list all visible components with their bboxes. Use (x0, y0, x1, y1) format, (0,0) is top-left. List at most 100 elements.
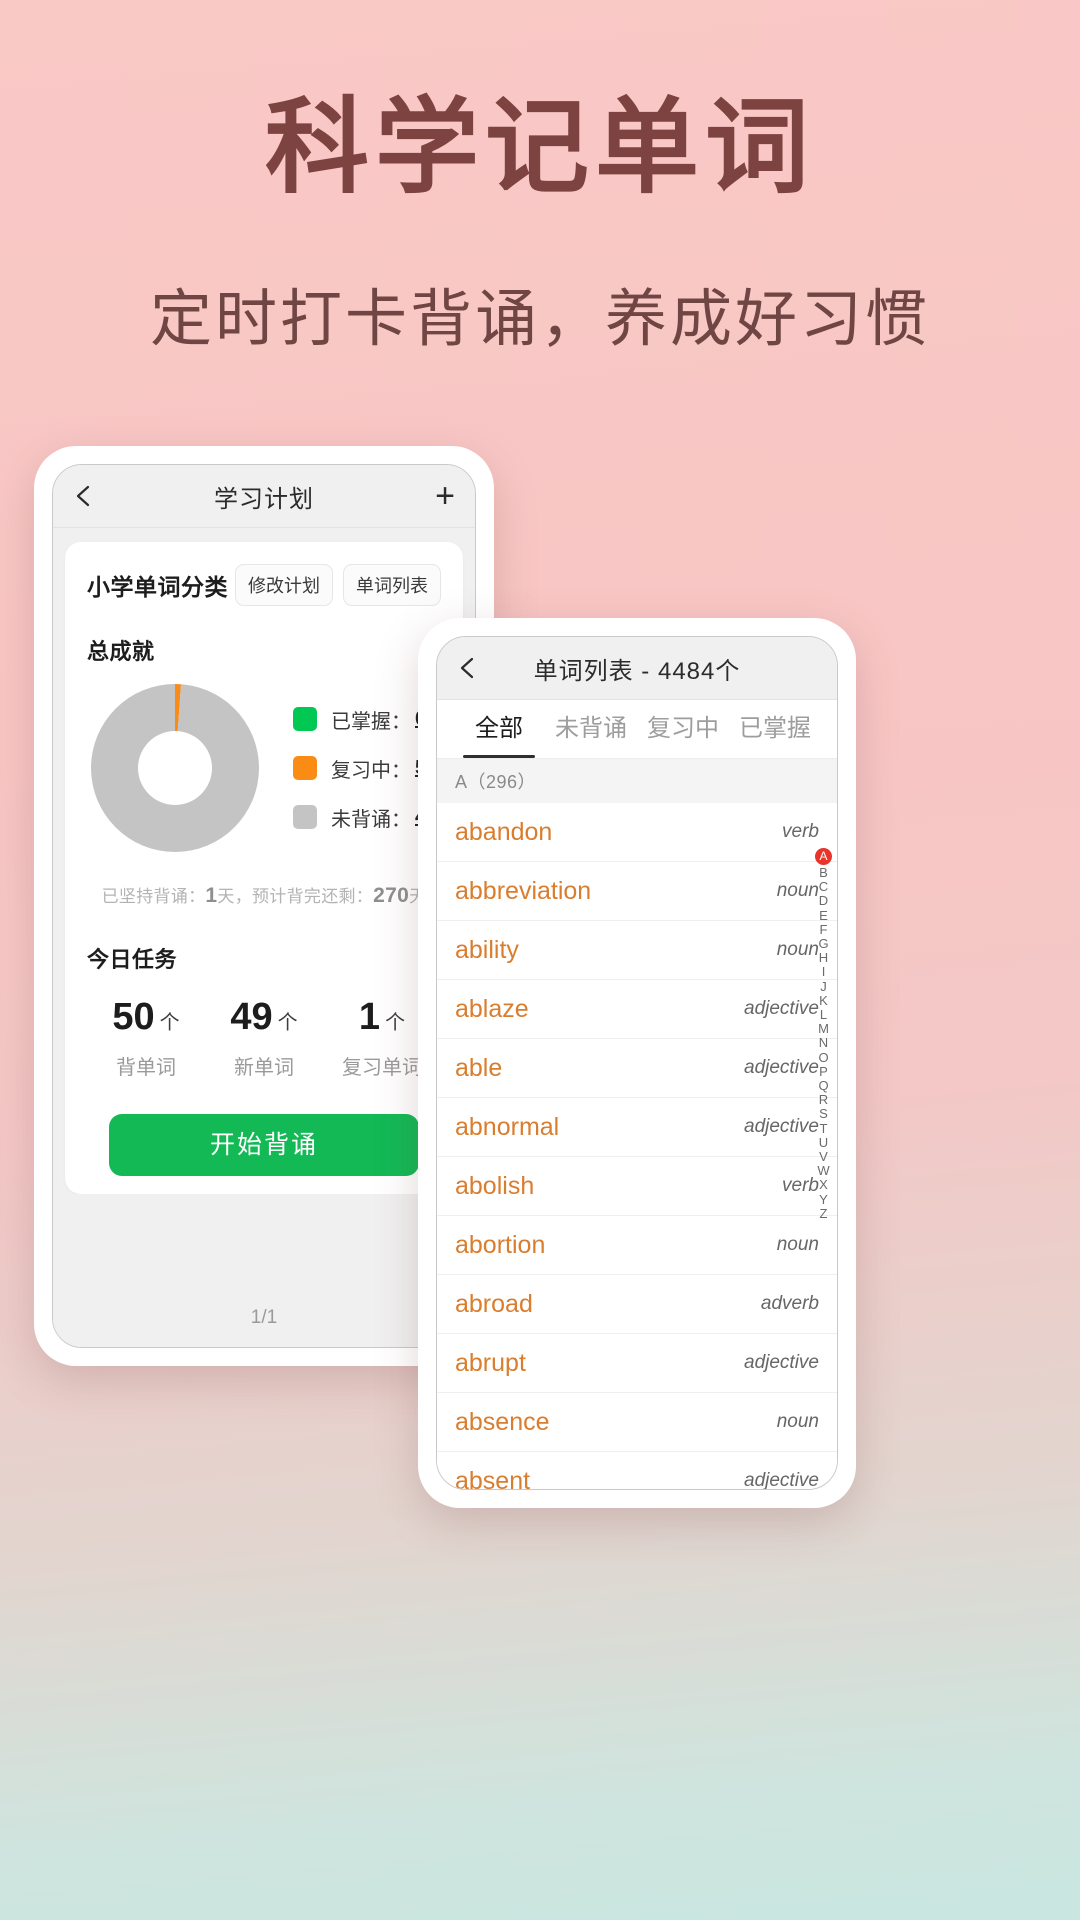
task-stat: 50 个 背单词 (87, 996, 205, 1080)
word-list-item[interactable]: abrupt adjective (437, 1334, 837, 1393)
alphabet-index-o[interactable]: O (816, 1050, 832, 1065)
alphabet-index-g[interactable]: G (816, 936, 832, 951)
word-list-item[interactable]: abbreviation noun (437, 862, 837, 921)
alphabet-index-a[interactable]: A (815, 848, 832, 865)
tab-reviewing[interactable]: 复习中 (637, 700, 729, 758)
phone1-title: 学习计划 (214, 485, 314, 513)
plan-card-actions: 修改计划 单词列表 (235, 564, 441, 606)
word-list-item[interactable]: abandon verb (437, 803, 837, 862)
task-number: 49 (230, 996, 273, 1038)
task-caption: 新单词 (234, 1057, 294, 1079)
edit-plan-button[interactable]: 修改计划 (235, 564, 333, 606)
word-list[interactable]: abandon verb abbreviation noun ability noun ab… (437, 803, 837, 1489)
alphabet-index-v[interactable]: V (816, 1149, 832, 1164)
legend-swatch-mastered (293, 707, 317, 731)
page-title: 科学记单词 (264, 91, 815, 206)
word-part-of-speech: noun (776, 1411, 819, 1432)
alphabet-index-w[interactable]: W (816, 1164, 832, 1178)
plan-card-header: 小学单词分类 修改计划 单词列表 (87, 564, 441, 606)
alphabet-index-c[interactable]: C (816, 880, 832, 894)
alphabet-index[interactable]: ABCDEFGHIJKLMNOPQRSTUVWXYZ (815, 848, 832, 1221)
word-text: abbreviation (455, 876, 592, 905)
alphabet-section-header: A（296） (437, 759, 837, 803)
alphabet-index-u[interactable]: U (816, 1135, 832, 1150)
plan-card: 小学单词分类 修改计划 单词列表 总成就 已掌握： 复习中： 未背诵： 已坚持背… (65, 542, 463, 1194)
alphabet-index-i[interactable]: I (816, 965, 832, 979)
phone2-content: 全部 未背诵 复习中 已掌握 A（296） abandon verb abbreviati… (437, 700, 837, 1489)
achievement-row: 已掌握： 0 复习中： 50 未背诵： 4434 (87, 684, 460, 852)
alphabet-index-y[interactable]: Y (816, 1192, 832, 1207)
alphabet-index-h[interactable]: H (816, 951, 832, 965)
word-text: abnormal (455, 1112, 560, 1141)
alphabet-index-k[interactable]: K (816, 993, 832, 1008)
word-text: abroad (455, 1289, 533, 1318)
hero-section: 科学记单词 定时打卡背诵，养成好习惯 (0, 0, 1080, 358)
alphabet-index-b[interactable]: B (816, 865, 832, 880)
phone2-title: 单词列表 - 4484个 (533, 657, 741, 685)
alphabet-index-j[interactable]: J (816, 979, 832, 994)
alphabet-index-d[interactable]: D (816, 894, 832, 908)
phone1-navbar: 学习计划 + (53, 465, 475, 528)
task-stat: 49 个 新单词 (205, 996, 323, 1080)
tab-all[interactable]: 全部 (453, 700, 545, 758)
alphabet-index-m[interactable]: M (816, 1022, 832, 1036)
alphabet-index-e[interactable]: E (816, 908, 832, 923)
word-list-item[interactable]: absence noun (437, 1393, 837, 1452)
word-list-item[interactable]: abnormal adjective (437, 1098, 837, 1157)
streak-prefix: 已坚持背诵： (101, 887, 206, 906)
start-study-button[interactable]: 开始背诵 (109, 1114, 419, 1176)
task-caption: 背单词 (116, 1057, 176, 1079)
word-part-of-speech: adjective (744, 1352, 819, 1373)
legend-label-unlearned: 未背诵： (331, 808, 411, 831)
word-text: able (455, 1053, 503, 1082)
word-text: absence (455, 1407, 550, 1436)
tab-mastered[interactable]: 已掌握 (729, 700, 821, 758)
today-task-stats: 50 个 背单词 49 个 新单词 1个 复习单词 (87, 996, 441, 1080)
word-part-of-speech: adverb (760, 1293, 819, 1314)
alphabet-index-t[interactable]: T (816, 1121, 832, 1136)
task-unit: 个 (159, 1012, 180, 1034)
word-filter-tabs: 全部 未背诵 复习中 已掌握 (437, 700, 837, 759)
chevron-left-icon[interactable] (455, 655, 481, 681)
word-list-item[interactable]: ablaze adjective (437, 980, 837, 1039)
word-part-of-speech: verb (782, 1175, 819, 1196)
alphabet-index-z[interactable]: Z (816, 1206, 832, 1221)
word-list-item[interactable]: ability noun (437, 921, 837, 980)
alphabet-index-p[interactable]: P (816, 1064, 832, 1079)
task-number: 50 (112, 996, 155, 1038)
chevron-left-icon[interactable] (71, 483, 97, 509)
phone1-content: 小学单词分类 修改计划 单词列表 总成就 已掌握： 复习中： 未背诵： 已坚持背… (53, 528, 475, 1347)
word-text: abortion (455, 1230, 546, 1259)
legend-label-reviewing: 复习中： (331, 759, 411, 782)
word-text: absent (455, 1466, 531, 1490)
plus-icon[interactable]: + (435, 479, 455, 513)
alphabet-index-l[interactable]: L (816, 1007, 832, 1022)
phone-mockup-word-list: 单词列表 - 4484个 全部 未背诵 复习中 已掌握 A（296） abandon v… (418, 618, 856, 1508)
word-list-item[interactable]: abroad adverb (437, 1275, 837, 1334)
legend-swatch-unlearned (293, 805, 317, 829)
word-list-item[interactable]: able adjective (437, 1039, 837, 1098)
word-list-item[interactable]: abortion noun (437, 1216, 837, 1275)
word-list-button[interactable]: 单词列表 (343, 564, 441, 606)
word-text: ablaze (455, 994, 529, 1023)
word-part-of-speech: adjective (744, 1116, 819, 1137)
word-part-of-speech: adjective (744, 1057, 819, 1078)
tab-unlearned[interactable]: 未背诵 (545, 700, 637, 758)
alphabet-index-r[interactable]: R (816, 1093, 832, 1107)
word-list-item[interactable]: absent adjective (437, 1452, 837, 1490)
word-list-item[interactable]: abolish verb (437, 1157, 837, 1216)
alphabet-index-q[interactable]: Q (816, 1078, 832, 1093)
alphabet-index-x[interactable]: X (816, 1178, 832, 1192)
alphabet-index-s[interactable]: S (816, 1107, 832, 1121)
streak-text: 已坚持背诵：1天，预计背完还剩：270天 (87, 882, 441, 908)
today-task-title: 今日任务 (87, 947, 178, 972)
alphabet-index-n[interactable]: N (816, 1036, 832, 1050)
word-part-of-speech: verb (782, 821, 819, 842)
alphabet-index-f[interactable]: F (816, 922, 832, 937)
streak-days: 1 (205, 884, 218, 907)
word-part-of-speech: noun (776, 1234, 819, 1255)
phone1-screen: 学习计划 + 小学单词分类 修改计划 单词列表 总成就 已掌握： 复习中： 未背… (52, 464, 476, 1348)
word-text: abolish (455, 1171, 535, 1200)
word-text: ability (455, 935, 519, 964)
phone2-navbar: 单词列表 - 4484个 (437, 637, 837, 700)
